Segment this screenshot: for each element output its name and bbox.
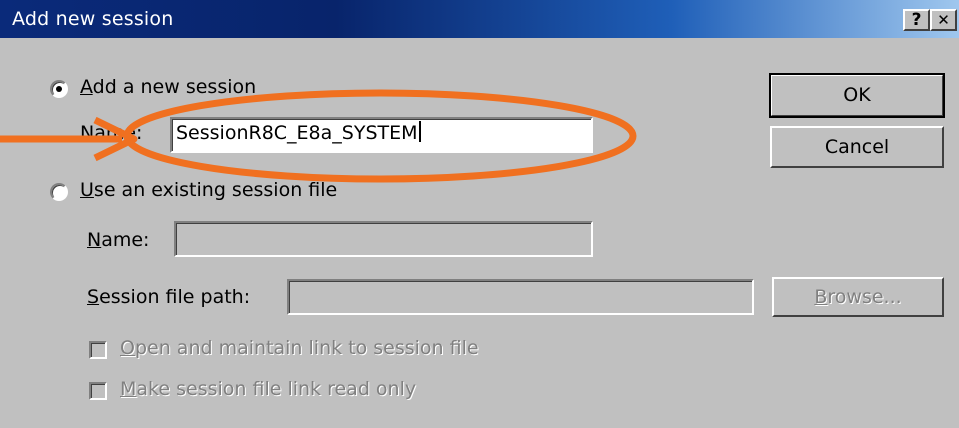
ok-button[interactable]: OK: [769, 73, 945, 118]
open-link-label: Open and maintain link to session file: [120, 337, 479, 359]
help-button[interactable]: ?: [903, 9, 930, 31]
existing-name-input[interactable]: [174, 221, 593, 257]
new-session-name-value: SessionR8C_E8a_SYSTEM: [176, 121, 421, 144]
close-icon: ✕: [937, 11, 950, 29]
use-existing-session-radio[interactable]: [50, 183, 68, 201]
radio-selected-dot: [56, 86, 62, 92]
read-only-checkbox[interactable]: [89, 382, 107, 400]
add-new-session-dialog: Add new session ? ✕ Add a new session Na…: [0, 0, 959, 428]
help-icon: ?: [911, 10, 922, 30]
add-new-session-label: Add a new session: [80, 76, 257, 98]
read-only-label: Make session file link read only: [120, 378, 417, 400]
new-session-name-input[interactable]: SessionR8C_E8a_SYSTEM: [170, 117, 593, 153]
close-button[interactable]: ✕: [930, 9, 957, 31]
cancel-button[interactable]: Cancel: [770, 126, 944, 168]
existing-name-label: Name:: [87, 229, 150, 251]
annotation-overlay: [0, 89, 637, 183]
window-title: Add new session: [12, 8, 174, 30]
title-bar[interactable]: Add new session ? ✕: [0, 0, 959, 38]
browse-button[interactable]: Browse...: [772, 277, 944, 317]
session-file-path-input[interactable]: [287, 279, 754, 315]
open-link-checkbox[interactable]: [89, 341, 107, 359]
add-new-session-radio[interactable]: [50, 80, 68, 98]
text-caret: [418, 121, 421, 142]
new-session-name-label: Name:: [80, 122, 143, 144]
session-file-path-label: Session file path:: [87, 286, 251, 308]
use-existing-session-label: Use an existing session file: [80, 179, 338, 201]
